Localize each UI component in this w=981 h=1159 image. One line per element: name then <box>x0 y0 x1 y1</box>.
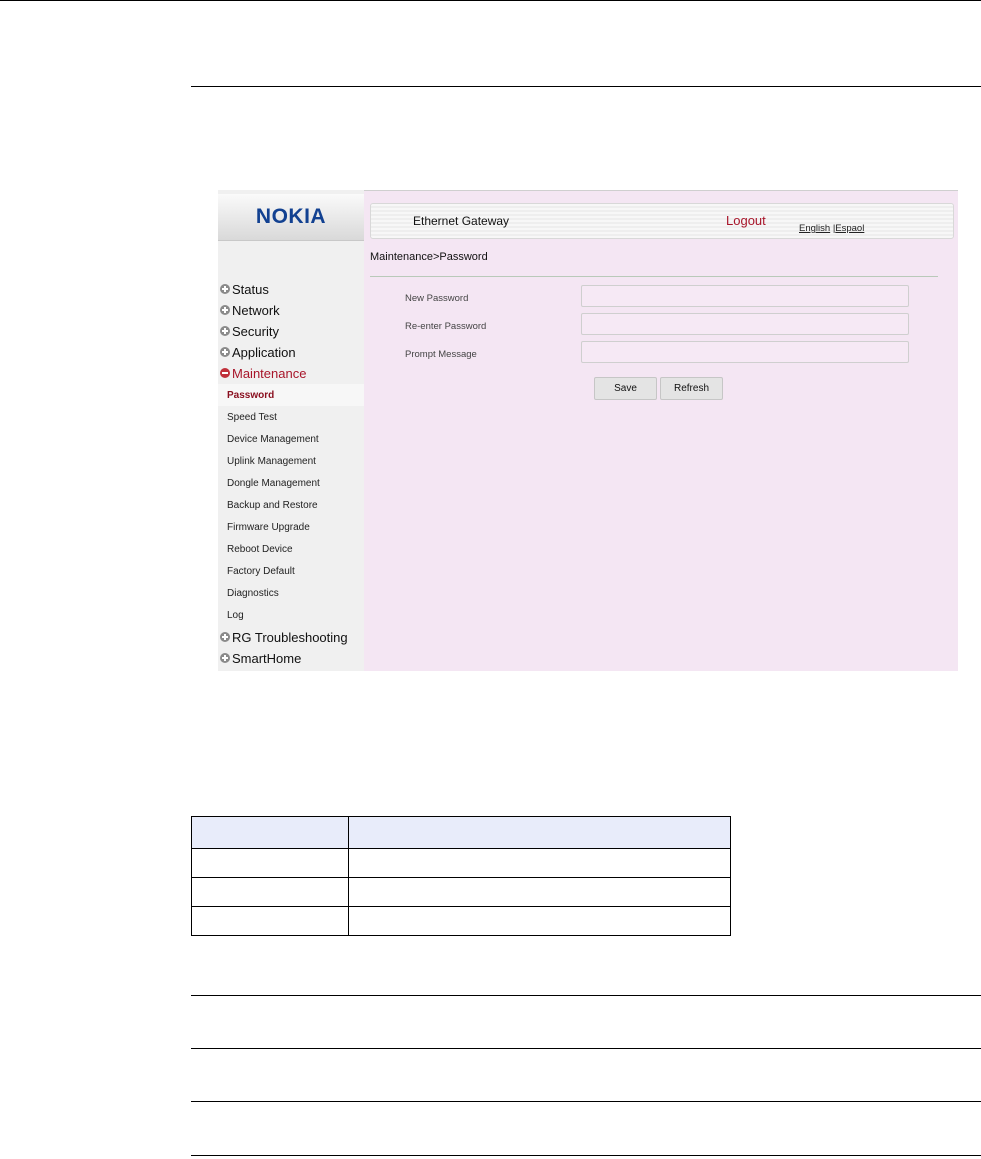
expand-plus-icon <box>220 632 230 642</box>
menu-label: Network <box>232 302 280 318</box>
bottom-rule-1 <box>191 995 981 996</box>
submenu-uplink-management[interactable]: Uplink Management <box>218 450 364 472</box>
menu-status[interactable]: Status <box>220 279 269 299</box>
table-header-cell <box>348 816 731 849</box>
logout-link[interactable]: Logout <box>726 213 766 228</box>
nokia-logo: NOKIA <box>255 205 327 228</box>
breadcrumb-divider <box>370 276 938 277</box>
expand-plus-icon <box>220 326 230 336</box>
table-cell <box>348 877 731 907</box>
menu-label: Maintenance <box>232 365 307 381</box>
submenu-firmware-upgrade[interactable]: Firmware Upgrade <box>218 516 364 538</box>
table-cell <box>348 906 731 936</box>
submenu-device-management[interactable]: Device Management <box>218 428 364 450</box>
submenu-diagnostics[interactable]: Diagnostics <box>218 582 364 604</box>
table-header-cell <box>191 816 349 849</box>
table-row <box>191 848 731 878</box>
prompt-message-input[interactable] <box>581 341 909 363</box>
router-ui-screenshot: NOKIA Status Network Security Applicatio… <box>218 190 958 671</box>
save-button[interactable]: Save <box>594 377 657 400</box>
submenu-password[interactable]: Password <box>218 384 364 406</box>
table-cell <box>191 848 349 878</box>
table-row <box>191 877 731 907</box>
breadcrumb: Maintenance>Password <box>370 251 488 263</box>
reenter-password-label: Re-enter Password <box>405 321 487 332</box>
table-cell <box>191 906 349 936</box>
menu-label: SmartHome <box>232 650 302 666</box>
logo-box: NOKIA <box>218 194 364 241</box>
refresh-button[interactable]: Refresh <box>660 377 723 400</box>
menu-label: Application <box>232 344 296 360</box>
submenu-factory-default[interactable]: Factory Default <box>218 560 364 582</box>
menu-label: RG Troubleshooting <box>232 629 348 645</box>
menu-maintenance[interactable]: Maintenance <box>220 363 306 383</box>
table-header-row <box>191 816 731 849</box>
lang-espanol-link[interactable]: Espaol <box>835 223 864 234</box>
menu-security[interactable]: Security <box>220 321 279 341</box>
parameters-table <box>191 816 731 936</box>
header-bar: Ethernet Gateway Logout English |Espaol <box>370 203 954 239</box>
sidebar: NOKIA Status Network Security Applicatio… <box>218 190 364 671</box>
table-row <box>191 906 731 936</box>
menu-label: Security <box>232 323 279 339</box>
submenu-backup-restore[interactable]: Backup and Restore <box>218 494 364 516</box>
submenu-log[interactable]: Log <box>218 604 364 626</box>
expand-plus-icon <box>220 653 230 663</box>
reenter-password-input[interactable] <box>581 313 909 335</box>
lang-english-link[interactable]: English <box>799 223 830 234</box>
table-cell <box>191 877 349 907</box>
menu-rg-troubleshooting[interactable]: RG Troubleshooting <box>220 627 348 647</box>
section-rule <box>191 86 981 87</box>
gateway-title: Ethernet Gateway <box>413 214 510 228</box>
expand-plus-icon <box>220 347 230 357</box>
submenu-reboot-device[interactable]: Reboot Device <box>218 538 364 560</box>
bottom-rule-3 <box>191 1101 981 1102</box>
top-rule <box>0 0 981 1</box>
menu-network[interactable]: Network <box>220 300 280 320</box>
collapse-minus-icon <box>220 368 230 378</box>
new-password-label: New Password <box>405 293 469 304</box>
submenu-speed-test[interactable]: Speed Test <box>218 406 364 428</box>
submenu-dongle-management[interactable]: Dongle Management <box>218 472 364 494</box>
expand-plus-icon <box>220 284 230 294</box>
prompt-message-label: Prompt Message <box>405 349 477 360</box>
menu-smarthome[interactable]: SmartHome <box>220 648 301 668</box>
table-cell <box>348 848 731 878</box>
bottom-rule-2 <box>191 1048 981 1049</box>
menu-label: Status <box>232 281 269 297</box>
new-password-input[interactable] <box>581 285 909 307</box>
bottom-rule-4 <box>191 1155 981 1156</box>
menu-application[interactable]: Application <box>220 342 296 362</box>
language-switcher: English |Espaol <box>799 223 864 234</box>
expand-plus-icon <box>220 305 230 315</box>
